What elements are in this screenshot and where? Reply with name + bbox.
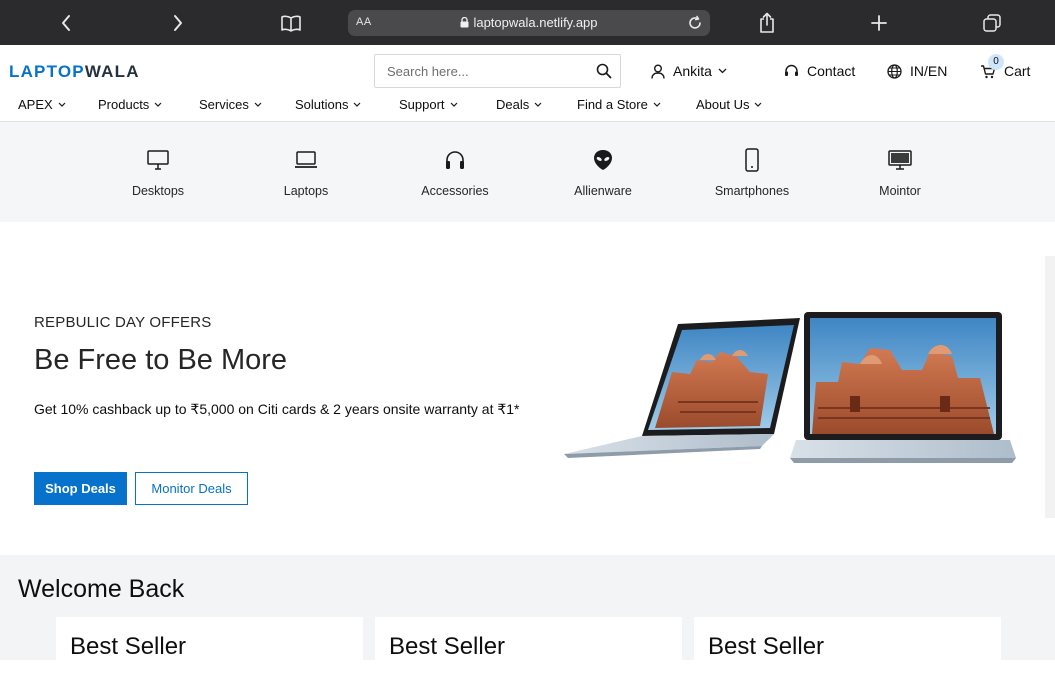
headset-icon <box>785 64 798 76</box>
forward-icon[interactable] <box>163 8 193 38</box>
nav-label: About Us <box>696 97 750 112</box>
alien-icon <box>543 146 663 174</box>
category-strip: Desktops Laptops Accessories Allienware … <box>0 122 1055 222</box>
welcome-section: Welcome Back Best Seller Best Seller Bes… <box>0 555 1055 677</box>
locale-label: IN/EN <box>910 63 948 79</box>
card-title: Best Seller <box>708 633 825 660</box>
category-monitor[interactable]: Mointor <box>840 146 960 198</box>
card-title: Best Seller <box>389 633 506 660</box>
nav-item-support[interactable]: Support <box>399 97 458 112</box>
cart-label: Cart <box>1004 63 1031 79</box>
tabs-overview-icon[interactable] <box>977 8 1007 38</box>
category-desktops[interactable]: Desktops <box>98 146 218 198</box>
search-icon[interactable] <box>596 63 612 79</box>
category-label: Mointor <box>879 184 921 198</box>
cart-link[interactable]: Cart <box>980 63 1030 79</box>
best-seller-card[interactable]: Best Seller <box>56 617 363 677</box>
search-input[interactable] <box>375 55 585 87</box>
category-label: Smartphones <box>714 184 790 198</box>
monitor-icon <box>840 146 960 174</box>
shop-deals-button[interactable]: Shop Deals <box>34 472 127 505</box>
hero-banner: REPBULIC DAY OFFERS Be Free to Be More G… <box>0 222 1055 555</box>
nav-label: Solutions <box>295 97 349 112</box>
category-allienware[interactable]: Allienware <box>543 146 663 198</box>
nav-item-products[interactable]: Products <box>98 97 162 112</box>
contact-link[interactable]: Contact <box>784 63 855 79</box>
hero-side-scrollbar[interactable] <box>1045 256 1055 518</box>
nav-label: Deals <box>496 97 530 112</box>
nav-label: Services <box>199 97 249 112</box>
chevron-down-icon <box>755 102 762 107</box>
monitor-deals-button[interactable]: Monitor Deals <box>135 472 248 505</box>
search-box <box>374 54 621 88</box>
nav-item-about-us[interactable]: About Us <box>696 97 762 112</box>
nav-label: Support <box>399 97 445 112</box>
nav-item-apex[interactable]: APEX <box>18 97 66 112</box>
chevron-down-icon <box>154 102 162 107</box>
bookmarks-icon[interactable] <box>276 8 306 38</box>
locale-selector[interactable]: IN/EN <box>887 63 947 79</box>
category-label: Desktops <box>131 184 185 198</box>
hero-title: Be Free to Be More <box>34 344 288 376</box>
nav-item-find-a-store[interactable]: Find a Store <box>577 97 661 112</box>
card-title: Best Seller <box>70 633 187 660</box>
globe-icon <box>887 63 902 79</box>
best-seller-card[interactable]: Best Seller <box>375 617 682 677</box>
category-label: Allienware <box>574 184 632 198</box>
nav-label: Products <box>98 97 150 112</box>
category-laptops[interactable]: Laptops <box>246 146 366 198</box>
site-header: LAPTOPWALA Ankita Contact IN/EN Cart 0 A… <box>0 45 1055 122</box>
hero-eyebrow: REPBULIC DAY OFFERS <box>34 314 212 331</box>
nav-item-solutions[interactable]: Solutions <box>295 97 361 112</box>
chevron-down-icon <box>254 102 262 107</box>
welcome-title: Welcome Back <box>18 575 185 603</box>
logo-part-1: LAPTOP <box>9 62 85 81</box>
hero-text: Get 10% cashback up to ₹5,000 on Citi ca… <box>34 401 520 417</box>
nav-label: Find a Store <box>577 97 648 112</box>
chevron-down-icon <box>450 102 457 107</box>
user-icon <box>651 64 665 79</box>
new-tab-icon[interactable] <box>864 8 894 38</box>
chevron-down-icon <box>354 102 361 107</box>
nav-item-deals[interactable]: Deals <box>496 97 542 112</box>
desktop-icon <box>98 146 218 174</box>
best-seller-card[interactable]: Best Seller <box>694 617 1001 677</box>
smartphone-icon <box>692 146 812 174</box>
browser-toolbar: AA laptopwala.netlify.app <box>0 0 1055 45</box>
category-accessories[interactable]: Accessories <box>395 146 515 198</box>
share-icon[interactable] <box>752 8 782 38</box>
address-bar[interactable]: AA laptopwala.netlify.app <box>348 10 710 36</box>
back-icon[interactable] <box>51 8 81 38</box>
contact-label: Contact <box>807 63 856 79</box>
cart-count-badge: 0 <box>988 54 1004 70</box>
url-text: laptopwala.netlify.app <box>473 15 598 30</box>
category-label: Laptops <box>283 184 329 198</box>
headphones-icon <box>395 146 515 174</box>
chevron-down-icon <box>653 102 661 107</box>
category-smartphones[interactable]: Smartphones <box>692 146 812 198</box>
nav-label: APEX <box>18 97 53 112</box>
category-label: Accessories <box>421 184 489 198</box>
laptop-icon <box>246 146 366 174</box>
account-menu[interactable]: Ankita <box>651 63 735 79</box>
lock-icon <box>460 16 469 31</box>
nav-item-services[interactable]: Services <box>199 97 262 112</box>
logo-part-2: WALA <box>84 62 140 81</box>
hero-laptops-image <box>564 312 1016 463</box>
account-name: Ankita <box>673 63 712 79</box>
chevron-down-icon <box>58 102 66 107</box>
site-logo[interactable]: LAPTOPWALA <box>9 62 140 82</box>
reload-icon[interactable] <box>684 12 706 34</box>
chevron-down-icon <box>534 102 542 107</box>
chevron-down-icon <box>718 68 727 74</box>
